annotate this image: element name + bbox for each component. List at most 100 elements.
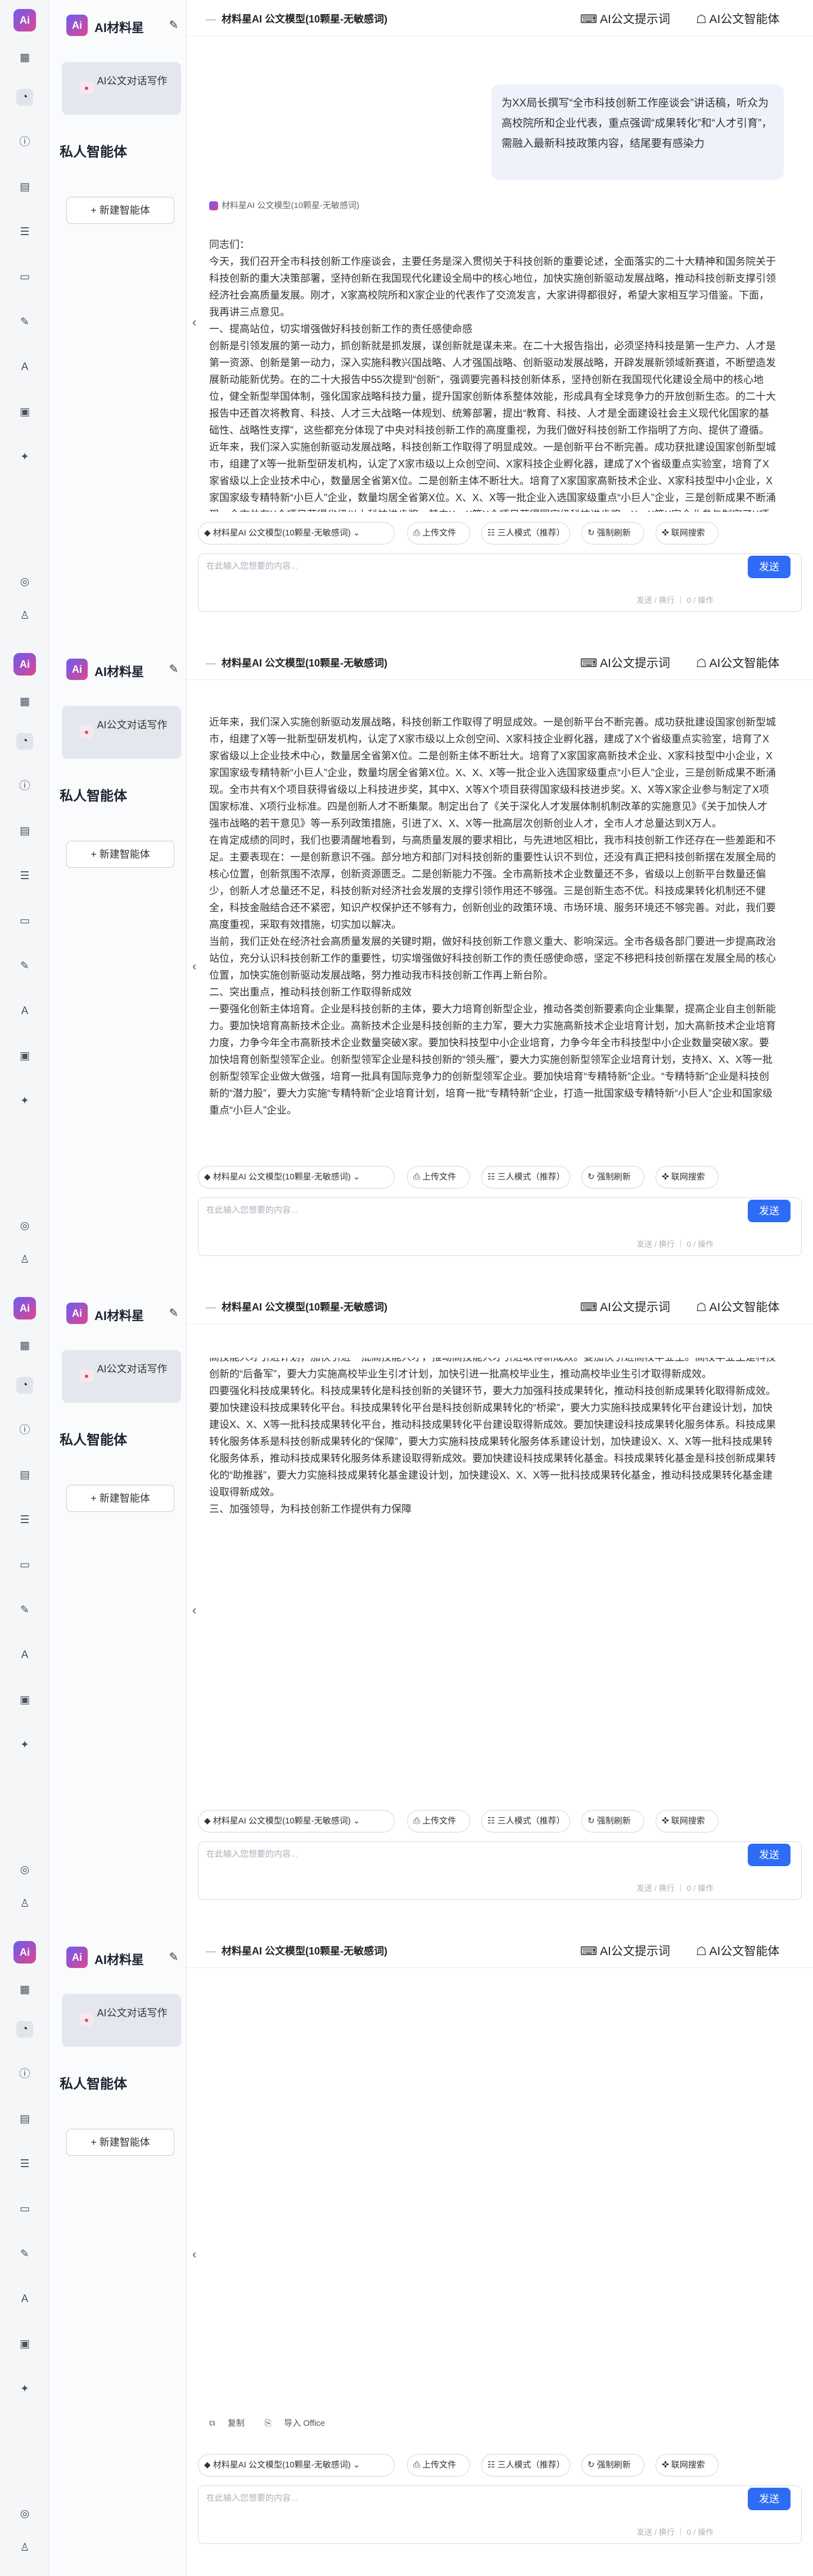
send-button[interactable]: 发送	[748, 1844, 791, 1866]
font-icon[interactable]: A	[16, 359, 33, 376]
monitor-icon[interactable]: ▣	[16, 404, 33, 421]
rail-logo[interactable]: Ai	[13, 1297, 36, 1319]
info-icon[interactable]: ⓘ	[16, 2066, 33, 2083]
document-icon[interactable]: ▭	[16, 1557, 33, 1574]
prompt-library-button[interactable]: ⌨ AI公文提示词	[580, 654, 670, 671]
new-chat-icon[interactable]: ✎	[165, 1305, 182, 1322]
new-agent-button[interactable]: + 新建智能体	[66, 841, 174, 868]
collapse-chevron-icon[interactable]: ‹	[192, 959, 196, 974]
grid-icon[interactable]: ▦	[16, 1337, 33, 1354]
model-select[interactable]: ◆ 材料星AI 公文模型(10颗星-无敏感词) ⌄	[198, 1810, 395, 1832]
collapse-chevron-icon[interactable]: ‹	[192, 315, 196, 330]
collapse-chevron-icon[interactable]: ‹	[192, 2247, 196, 2262]
document-icon[interactable]: ▭	[16, 269, 33, 286]
web-search-button[interactable]: ✜ 联网搜索	[656, 1166, 719, 1188]
new-chat-icon[interactable]: ✎	[165, 661, 182, 678]
web-search-button[interactable]: ✜ 联网搜索	[656, 2454, 719, 2476]
compass-icon[interactable]: ◎	[16, 2506, 33, 2523]
info-icon[interactable]: ⓘ	[16, 778, 33, 795]
user-icon[interactable]: ♙	[16, 1895, 33, 1912]
force-refresh-button[interactable]: ↻ 强制刷新	[581, 1166, 644, 1188]
web-search-button[interactable]: ✜ 联网搜索	[656, 1810, 719, 1832]
assistant-mode-button[interactable]: ☷ 三人模式（推荐）	[481, 1166, 570, 1188]
book-icon[interactable]: ▤	[16, 1467, 33, 1484]
message-input[interactable]: 在此输入您想要的内容... 发送 / 换行 ｜ 0 / 操作	[198, 2485, 802, 2544]
chat-icon[interactable]: ◔	[16, 2021, 33, 2038]
send-button[interactable]: 发送	[748, 2488, 791, 2510]
pen-icon[interactable]: ✎	[16, 2246, 33, 2263]
new-chat-icon[interactable]: ✎	[165, 17, 182, 34]
grid-icon[interactable]: ▦	[16, 693, 33, 710]
assistant-mode-button[interactable]: ☷ 三人模式（推荐）	[481, 2454, 570, 2476]
export-office-button[interactable]: ⎘ 导入 Office	[265, 2419, 335, 2428]
prompt-library-button[interactable]: ⌨ AI公文提示词	[580, 1298, 670, 1315]
grid-icon[interactable]: ▦	[16, 49, 33, 66]
pen-icon[interactable]: ✎	[16, 314, 33, 331]
font-icon[interactable]: A	[16, 1003, 33, 1020]
compass-icon[interactable]: ◎	[16, 1862, 33, 1879]
compass-icon[interactable]: ◎	[16, 1218, 33, 1235]
font-icon[interactable]: A	[16, 2291, 33, 2308]
send-button[interactable]: 发送	[748, 556, 791, 578]
message-input[interactable]: 在此输入您想要的内容... 发送 / 换行 ｜ 0 / 操作	[198, 553, 802, 612]
agent-library-button[interactable]: ☖ AI公文智能体	[696, 10, 779, 27]
info-icon[interactable]: ⓘ	[16, 1422, 33, 1439]
sparkle-icon[interactable]: ✦	[16, 2381, 33, 2398]
user-icon[interactable]: ♙	[16, 607, 33, 624]
assistant-mode-button[interactable]: ☷ 三人模式（推荐）	[481, 522, 570, 544]
monitor-icon[interactable]: ▣	[16, 2336, 33, 2353]
session-item[interactable]: ● AI公文对话写作	[62, 706, 181, 759]
list-icon[interactable]: ☰	[16, 224, 33, 241]
font-icon[interactable]: A	[16, 1647, 33, 1664]
monitor-icon[interactable]: ▣	[16, 1048, 33, 1065]
pen-icon[interactable]: ✎	[16, 958, 33, 975]
force-refresh-button[interactable]: ↻ 强制刷新	[581, 522, 644, 544]
send-button[interactable]: 发送	[748, 1200, 791, 1222]
agent-library-button[interactable]: ☖ AI公文智能体	[696, 654, 779, 671]
session-item[interactable]: ● AI公文对话写作	[62, 1350, 181, 1403]
agent-library-button[interactable]: ☖ AI公文智能体	[696, 1298, 779, 1315]
monitor-icon[interactable]: ▣	[16, 1692, 33, 1709]
session-item[interactable]: ● AI公文对话写作	[62, 1994, 181, 2047]
list-icon[interactable]: ☰	[16, 2156, 33, 2173]
chat-icon[interactable]: ◔	[16, 89, 33, 106]
sparkle-icon[interactable]: ✦	[16, 1737, 33, 1754]
model-select[interactable]: ◆ 材料星AI 公文模型(10颗星-无敏感词) ⌄	[198, 2454, 395, 2476]
upload-button[interactable]: ⎙ 上传文件	[407, 522, 470, 544]
upload-button[interactable]: ⎙ 上传文件	[407, 1166, 470, 1188]
assistant-mode-button[interactable]: ☷ 三人模式（推荐）	[481, 1810, 570, 1832]
chat-icon[interactable]: ◔	[16, 1377, 33, 1394]
list-icon[interactable]: ☰	[16, 1512, 33, 1529]
book-icon[interactable]: ▤	[16, 179, 33, 196]
new-agent-button[interactable]: + 新建智能体	[66, 2129, 174, 2156]
book-icon[interactable]: ▤	[16, 2111, 33, 2128]
new-chat-icon[interactable]: ✎	[165, 1949, 182, 1966]
rail-logo[interactable]: Ai	[13, 653, 36, 675]
new-agent-button[interactable]: + 新建智能体	[66, 197, 174, 224]
prompt-library-button[interactable]: ⌨ AI公文提示词	[580, 1942, 670, 1959]
user-icon[interactable]: ♙	[16, 1251, 33, 1268]
chat-icon[interactable]: ◔	[16, 733, 33, 750]
force-refresh-button[interactable]: ↻ 强制刷新	[581, 2454, 644, 2476]
book-icon[interactable]: ▤	[16, 823, 33, 840]
rail-logo[interactable]: Ai	[13, 1941, 36, 1963]
sparkle-icon[interactable]: ✦	[16, 1093, 33, 1110]
model-select[interactable]: ◆ 材料星AI 公文模型(10颗星-无敏感词) ⌄	[198, 522, 395, 544]
web-search-button[interactable]: ✜ 联网搜索	[656, 522, 719, 544]
message-input[interactable]: 在此输入您想要的内容... 发送 / 换行 ｜ 0 / 操作	[198, 1197, 802, 1256]
copy-button[interactable]: ⧉ 复制	[209, 2419, 255, 2428]
upload-button[interactable]: ⎙ 上传文件	[407, 1810, 470, 1832]
rail-logo[interactable]: Ai	[13, 9, 36, 31]
upload-button[interactable]: ⎙ 上传文件	[407, 2454, 470, 2476]
session-item[interactable]: ● AI公文对话写作	[62, 62, 181, 115]
model-select[interactable]: ◆ 材料星AI 公文模型(10颗星-无敏感词) ⌄	[198, 1166, 395, 1188]
sparkle-icon[interactable]: ✦	[16, 449, 33, 466]
prompt-library-button[interactable]: ⌨ AI公文提示词	[580, 10, 670, 27]
force-refresh-button[interactable]: ↻ 强制刷新	[581, 1810, 644, 1832]
collapse-chevron-icon[interactable]: ‹	[192, 1603, 196, 1618]
document-icon[interactable]: ▭	[16, 913, 33, 930]
new-agent-button[interactable]: + 新建智能体	[66, 1485, 174, 1512]
grid-icon[interactable]: ▦	[16, 1981, 33, 1998]
compass-icon[interactable]: ◎	[16, 574, 33, 591]
agent-library-button[interactable]: ☖ AI公文智能体	[696, 1942, 779, 1959]
